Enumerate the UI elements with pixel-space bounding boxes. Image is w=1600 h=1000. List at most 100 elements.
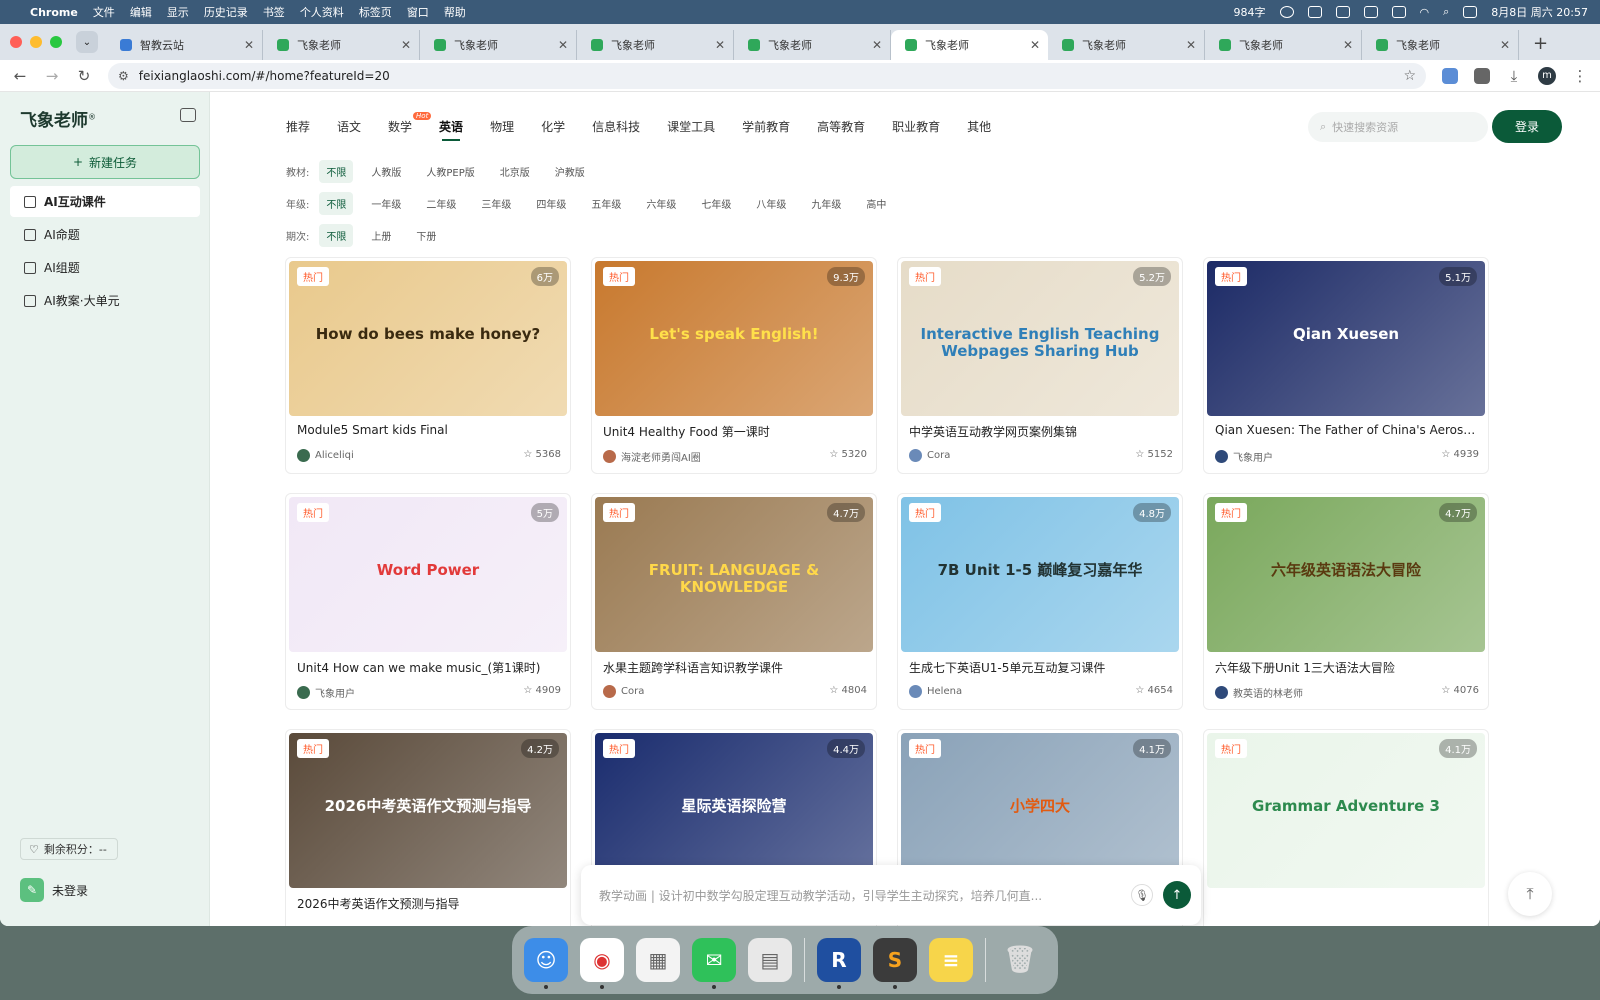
card-author[interactable]: 海淀老师勇闯AI圈 xyxy=(603,449,701,464)
tab-7[interactable]: 飞象老师 ✕ xyxy=(1205,30,1362,60)
subject-tab-english[interactable]: 英语 xyxy=(439,118,463,141)
subject-tab-higher-ed[interactable]: 高等教育 xyxy=(817,118,865,135)
extensions-puzzle-icon[interactable] xyxy=(1474,67,1490,84)
extension-icon[interactable] xyxy=(1442,67,1458,84)
card-author[interactable]: Cora xyxy=(603,685,644,698)
tab-2[interactable]: 飞象老师 ✕ xyxy=(420,30,577,60)
finder-icon[interactable]: ☺ xyxy=(524,938,568,989)
filter-option[interactable]: 人教版 xyxy=(364,160,408,183)
filter-option[interactable]: 三年级 xyxy=(474,192,518,215)
menu-help[interactable]: 帮助 xyxy=(444,4,466,20)
address-bar[interactable]: ⚙ feixianglaoshi.com/#/home?featureId=20… xyxy=(108,62,1426,89)
filter-option[interactable]: 人教PEP版 xyxy=(419,160,481,183)
preview-icon[interactable]: ▤ xyxy=(748,938,792,982)
login-button[interactable]: 登录 xyxy=(1492,110,1562,143)
menu-app[interactable]: Chrome xyxy=(30,6,78,19)
card-author[interactable]: Helena xyxy=(909,685,962,698)
card-title[interactable]: 生成七下英语U1-5单元互动复习课件 xyxy=(909,659,1172,676)
bookmark-star-icon[interactable]: ☆ xyxy=(1403,68,1416,84)
filter-option[interactable]: 九年级 xyxy=(804,192,848,215)
close-tab-icon[interactable]: ✕ xyxy=(1030,38,1040,52)
back-icon[interactable]: ← xyxy=(12,67,28,85)
filter-option[interactable]: 上册 xyxy=(364,224,398,247)
close-tab-icon[interactable]: ✕ xyxy=(244,38,254,52)
filter-option[interactable]: 一年级 xyxy=(364,192,408,215)
card-title[interactable]: 2026中考英语作文预测与指导 xyxy=(297,895,560,912)
tab-6[interactable]: 飞象老师 ✕ xyxy=(1048,30,1205,60)
close-tab-icon[interactable]: ✕ xyxy=(401,38,411,52)
zoom-window-button[interactable] xyxy=(50,36,62,48)
tab-8[interactable]: 飞象老师 ✕ xyxy=(1362,30,1519,60)
card-thumbnail[interactable]: 热门 5万 Word Power xyxy=(289,497,567,652)
subject-tab-vocational[interactable]: 职业教育 xyxy=(892,118,940,135)
close-tab-icon[interactable]: ✕ xyxy=(715,38,725,52)
wechat-icon[interactable] xyxy=(1363,6,1378,18)
sidebar-login[interactable]: ✎ 未登录 xyxy=(20,878,88,902)
courseware-card[interactable]: 热门 9.3万 Let's speak English! Unit4 Healthy … xyxy=(591,257,877,474)
card-thumbnail[interactable]: 热门 5.2万 Interactive English Teaching Webpa… xyxy=(901,261,1179,416)
menu-edit[interactable]: 编辑 xyxy=(130,4,152,20)
send-button[interactable]: ↑ xyxy=(1163,881,1191,909)
filter-option[interactable]: 五年级 xyxy=(584,192,628,215)
url-text[interactable]: feixianglaoshi.com/#/home?featureId=20 xyxy=(139,69,390,83)
control-center-icon[interactable] xyxy=(1463,6,1478,18)
sidebar-item-ai-quiz[interactable]: AI组题 xyxy=(10,252,200,283)
shield-icon[interactable] xyxy=(1335,6,1350,18)
close-tab-icon[interactable]: ✕ xyxy=(872,38,882,52)
card-thumbnail[interactable]: 热门 4.1万 Grammar Adventure 3 xyxy=(1207,733,1485,888)
tab-5-active[interactable]: 飞象老师 ✕ xyxy=(891,30,1048,60)
filter-option[interactable]: 不限 xyxy=(319,192,354,215)
new-tab-button[interactable]: + xyxy=(1533,33,1548,54)
sidebar-item-ai-lesson-plan[interactable]: AI教案·大单元 xyxy=(10,285,200,316)
trash-icon[interactable]: 🗑 xyxy=(998,938,1042,982)
card-author[interactable]: Aliceliqi xyxy=(297,449,354,462)
close-tab-icon[interactable]: ✕ xyxy=(1500,38,1510,52)
card-thumbnail[interactable]: 热门 4.8万 7B Unit 1-5 巅峰复习嘉年华 xyxy=(901,497,1179,652)
menu-window[interactable]: 窗口 xyxy=(407,4,429,20)
filter-option[interactable]: 二年级 xyxy=(419,192,463,215)
card-thumbnail[interactable]: 热门 9.3万 Let's speak English! xyxy=(595,261,873,416)
tab-4[interactable]: 飞象老师 ✕ xyxy=(734,30,891,60)
card-title[interactable]: Qian Xuesen: The Father of China's Aeros… xyxy=(1215,423,1478,437)
filter-option[interactable]: 不限 xyxy=(319,224,354,247)
menu-bookmarks[interactable]: 书签 xyxy=(263,4,285,20)
input-method-icon[interactable] xyxy=(1307,6,1322,18)
courseware-card[interactable]: 热门 4.7万 六年级英语语法大冒险 六年级下册Unit 1三大语法大冒险 教英语的林老… xyxy=(1203,493,1489,710)
courseware-card[interactable]: 热门 4.8万 7B Unit 1-5 巅峰复习嘉年华生成七下英语U1-5单元互动复… xyxy=(897,493,1183,710)
card-title[interactable]: Unit4 How can we make music_(第1课时) xyxy=(297,659,560,676)
menu-view[interactable]: 显示 xyxy=(167,4,189,20)
points-indicator[interactable]: ♡ 剩余积分：-- xyxy=(20,838,118,860)
reload-icon[interactable]: ↻ xyxy=(76,67,92,85)
menu-file[interactable]: 文件 xyxy=(93,4,115,20)
chrome-icon[interactable]: ◉ xyxy=(580,938,624,989)
courseware-card[interactable]: 热门 6万 How do bees make honey? Module5 Smart… xyxy=(285,257,571,474)
tab-search-button[interactable]: ⌄ xyxy=(76,31,98,53)
close-window-button[interactable] xyxy=(10,36,22,48)
sublime-text-icon[interactable]: S xyxy=(873,938,917,989)
subject-tab-preschool[interactable]: 学前教育 xyxy=(742,118,790,135)
courseware-card[interactable]: 热门 4.7万 FRUIT: LANGUAGE & KNOWLEDGE 水果主题跨学科… xyxy=(591,493,877,710)
card-thumbnail[interactable]: 热门 4.7万 六年级英语语法大冒险 xyxy=(1207,497,1485,652)
card-title[interactable]: Module5 Smart kids Final xyxy=(297,423,560,437)
close-tab-icon[interactable]: ✕ xyxy=(1186,38,1196,52)
menubar-clock[interactable]: 8月8日 周六 20:57 xyxy=(1491,4,1588,20)
subject-tab-chinese[interactable]: 语文 xyxy=(337,118,361,135)
forward-icon[interactable]: → xyxy=(44,67,60,85)
site-info-icon[interactable]: ⚙ xyxy=(118,69,129,83)
emoji-icon[interactable] xyxy=(1279,6,1294,18)
tab-1[interactable]: 飞象老师 ✕ xyxy=(263,30,420,60)
filter-option[interactable]: 四年级 xyxy=(529,192,573,215)
subject-tab-recommend[interactable]: 推荐 xyxy=(286,118,310,135)
notes-icon[interactable]: ≡ xyxy=(929,938,973,982)
download-icon[interactable]: ⤓ xyxy=(1506,67,1522,85)
card-title[interactable]: 中学英语互动教学网页案例集锦 xyxy=(909,423,1172,440)
filter-option[interactable]: 下册 xyxy=(409,224,443,247)
courseware-card[interactable]: 热门 4.2万 2026中考英语作文预测与指导 2026中考英语作文预测与指导 xyxy=(285,729,571,926)
tab-0[interactable]: 智教云站 ✕ xyxy=(106,30,263,60)
menu-tabs[interactable]: 标签页 xyxy=(359,4,392,20)
wifi-icon[interactable]: ◠ xyxy=(1420,6,1430,19)
filter-option[interactable]: 沪教版 xyxy=(548,160,592,183)
menu-profile[interactable]: 个人资料 xyxy=(300,4,344,20)
sidebar-item-ai-question[interactable]: AI命题 xyxy=(10,219,200,250)
courseware-card[interactable]: 热门 5万 Word Power Unit4 How can we make musi… xyxy=(285,493,571,710)
